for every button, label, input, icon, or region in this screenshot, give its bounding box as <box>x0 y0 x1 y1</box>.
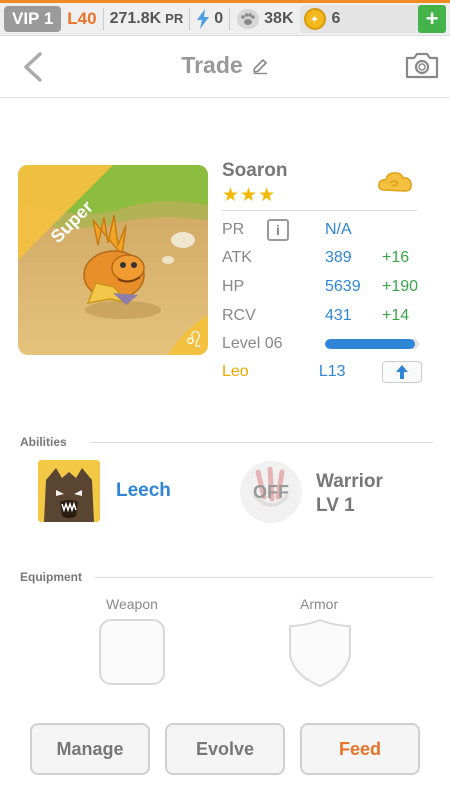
creature-info: Soaron ★★★ PR i N/A ATK 389 +16 HP 5639 … <box>222 160 422 383</box>
weapon-label: Weapon <box>106 596 158 612</box>
lightning-icon <box>197 9 210 29</box>
creature-image: Super ♌ <box>18 165 208 355</box>
sign-level: L13 <box>318 363 346 380</box>
divider <box>189 8 191 30</box>
feed-button[interactable]: Feed <box>300 723 420 775</box>
passive-ability-toggle[interactable]: OFF <box>240 461 302 523</box>
active-ability-name[interactable]: Leech <box>116 480 171 502</box>
paw-counter[interactable]: 38K <box>236 8 294 30</box>
page-title: Trade <box>181 52 243 78</box>
divider <box>229 8 231 30</box>
level-progress-bar <box>325 339 419 349</box>
stat-row-pr: PR i N/A <box>222 218 422 242</box>
pr-value: 271.8K <box>109 10 162 27</box>
add-coins-button[interactable]: + <box>418 5 446 33</box>
stat-row-hp: HP 5639 +190 <box>222 275 422 299</box>
energy-counter[interactable]: 0 <box>196 9 223 29</box>
armor-label: Armor <box>300 596 339 612</box>
stat-value: 431 <box>325 307 352 324</box>
pr-unit: PR <box>165 11 184 26</box>
energy-value: 0 <box>214 10 224 27</box>
ability-off-label: OFF <box>253 481 289 502</box>
up-arrow-icon <box>396 365 409 379</box>
coin-value: 6 <box>331 10 341 27</box>
stat-key: HP <box>222 278 245 295</box>
stat-value: 389 <box>325 249 352 266</box>
passive-ability-name: Warrior <box>316 471 383 492</box>
creature-portrait[interactable]: Super ♌ <box>18 165 208 355</box>
stat-value: 5639 <box>325 278 361 295</box>
stat-key: ATK <box>222 249 252 266</box>
stat-row-atk: ATK 389 +16 <box>222 246 422 270</box>
leech-ability-icon[interactable] <box>38 460 100 522</box>
title-group: Trade <box>0 52 450 79</box>
info-icon[interactable]: i <box>267 219 289 241</box>
stat-value: N/A <box>325 221 352 238</box>
leo-sign-icon: ♌ <box>184 328 204 353</box>
coin-counter[interactable]: ✦ 6 + <box>299 5 446 33</box>
vip-badge[interactable]: VIP 1 <box>4 6 62 32</box>
stat-row-rcv: RCV 431 +14 <box>222 304 422 328</box>
power-rating: 271.8K PR <box>110 10 184 28</box>
equipment-label: Equipment <box>20 570 82 584</box>
wolf-icon <box>38 460 100 522</box>
stat-bonus: +190 <box>382 278 419 295</box>
passive-ability-info: Warrior LV 1 <box>316 470 383 518</box>
divider <box>95 577 433 578</box>
paw-icon <box>237 9 260 29</box>
evolve-button[interactable]: Evolve <box>165 723 285 775</box>
stat-bonus: +14 <box>382 307 410 324</box>
abilities-label: Abilities <box>20 435 67 449</box>
armor-slot[interactable] <box>287 618 353 688</box>
level-row: Level 06 <box>222 332 422 356</box>
divider <box>102 8 104 30</box>
sign-label: Leo <box>222 363 249 380</box>
player-level: L40 <box>67 9 97 28</box>
passive-ability-level: LV 1 <box>316 495 355 516</box>
manage-button[interactable]: Manage <box>30 723 150 775</box>
stat-key: RCV <box>222 307 256 324</box>
camera-icon[interactable] <box>404 50 440 80</box>
page-header: Trade <box>0 36 450 98</box>
stat-bonus: +16 <box>382 249 410 266</box>
upgrade-button[interactable] <box>382 361 422 383</box>
stat-key: PR <box>222 221 245 238</box>
cloud-icon[interactable] <box>376 168 414 198</box>
paw-value: 38K <box>264 10 294 27</box>
divider <box>90 442 433 443</box>
divider <box>222 210 417 211</box>
weapon-slot[interactable] <box>99 619 165 685</box>
coin-icon: ✦ <box>303 8 326 30</box>
pencil-icon[interactable] <box>251 57 269 75</box>
status-bar: VIP 1 L40 271.8K PR 0 38K ✦ 6 + <box>0 3 450 36</box>
level-progress-fill <box>325 339 416 349</box>
sign-row: Leo L13 <box>222 360 422 384</box>
level-label: Level 06 <box>222 335 283 352</box>
